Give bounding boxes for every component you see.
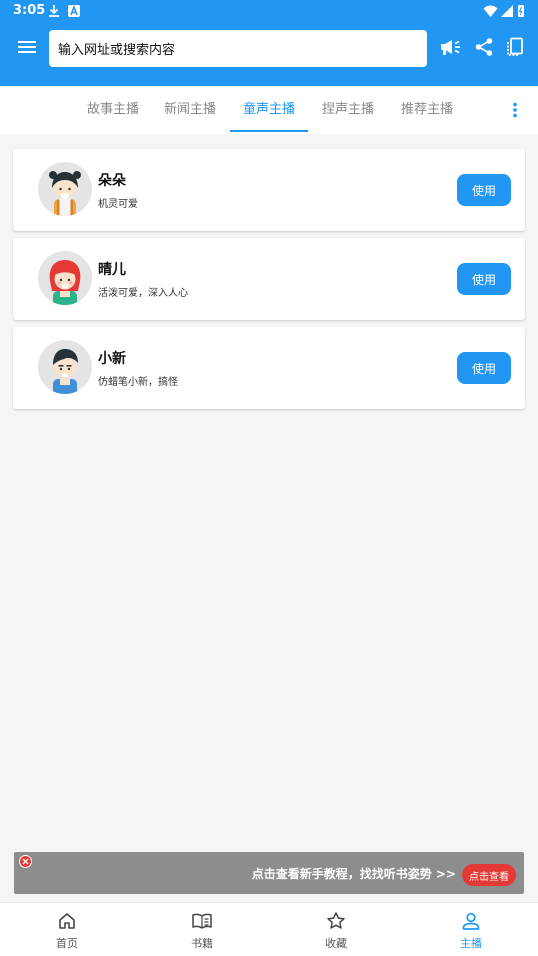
tab-pinch-voice[interactable]: 捏声主播 [313, 86, 383, 134]
anchor-name: 晴儿 [98, 262, 126, 278]
menu-button[interactable] [14, 36, 40, 58]
status-bar: 3:05 [0, 0, 538, 24]
wifi-icon [483, 5, 498, 17]
nav-label: 书籍 [191, 937, 213, 950]
nav-label: 主播 [460, 937, 482, 950]
avatar [38, 251, 92, 305]
cell-signal-icon [501, 5, 513, 17]
use-anchor-button[interactable]: 使用 [457, 174, 511, 206]
tab-recommended[interactable]: 推荐主播 [392, 86, 462, 134]
avatar [38, 162, 92, 216]
banner-view-button[interactable]: 点击查看 [462, 864, 516, 886]
notification-a-icon [68, 4, 80, 17]
anchor-name: 小新 [98, 351, 126, 367]
search-placeholder: 输入网址或搜索内容 [58, 43, 176, 58]
person-icon [462, 912, 480, 930]
use-anchor-button[interactable]: 使用 [457, 263, 511, 295]
star-icon [327, 912, 345, 929]
megaphone-icon [441, 40, 460, 55]
search-input[interactable]: 输入网址或搜索内容 [49, 30, 427, 67]
tab-child-voice[interactable]: 童声主播 [234, 86, 304, 134]
anchor-card: 晴儿 活泼可爱，深入人心 使用 [13, 238, 525, 320]
anchor-card: 小新 仿蜡笔小新，搞怪 使用 [13, 327, 525, 409]
tutorial-banner[interactable]: 点击查看新手教程，找找听书姿势 >> 点击查看 [14, 852, 524, 894]
tab-story[interactable]: 故事主播 [78, 86, 148, 134]
nav-item-home[interactable]: 首页 [27, 903, 107, 956]
banner-message: 点击查看新手教程，找找听书姿势 >> [251, 867, 456, 881]
tabs-more-button[interactable] [505, 86, 525, 134]
share-button[interactable] [472, 35, 496, 59]
nav-label: 收藏 [325, 937, 347, 950]
share-icon [475, 38, 493, 56]
nav-label: 首页 [56, 937, 78, 950]
anchor-description: 活泼可爱，深入人心 [98, 288, 188, 299]
status-time: 3:05 [13, 3, 46, 18]
menu-icon [18, 41, 36, 53]
anchor-description: 仿蜡笔小新，搞怪 [98, 377, 178, 388]
anchor-name: 朵朵 [98, 173, 126, 189]
home-icon [59, 913, 75, 929]
banner-close-button[interactable] [19, 855, 32, 868]
read-aloud-button[interactable] [438, 35, 464, 59]
nav-item-anchors[interactable]: 主播 [431, 903, 511, 956]
book-icon [192, 913, 212, 929]
avatar [38, 340, 92, 394]
download-icon [49, 5, 59, 17]
anchor-category-tabs: 故事主播 新闻主播 童声主播 捏声主播 推荐主播 [0, 86, 538, 134]
rotate-screen-icon [507, 37, 523, 56]
nav-item-favorites[interactable]: 收藏 [296, 903, 376, 956]
tab-indicator [230, 130, 308, 132]
rotate-screen-button[interactable] [503, 35, 527, 59]
close-icon [22, 858, 29, 865]
battery-icon [518, 5, 524, 17]
anchor-card: 朵朵 机灵可爱 使用 [13, 149, 525, 231]
bottom-navigation: 首页 书籍 收藏 主播 [0, 902, 538, 956]
more-vert-icon [513, 102, 517, 118]
anchor-description: 机灵可爱 [98, 199, 138, 210]
tab-news[interactable]: 新闻主播 [155, 86, 225, 134]
use-anchor-button[interactable]: 使用 [457, 352, 511, 384]
nav-item-books[interactable]: 书籍 [162, 903, 242, 956]
